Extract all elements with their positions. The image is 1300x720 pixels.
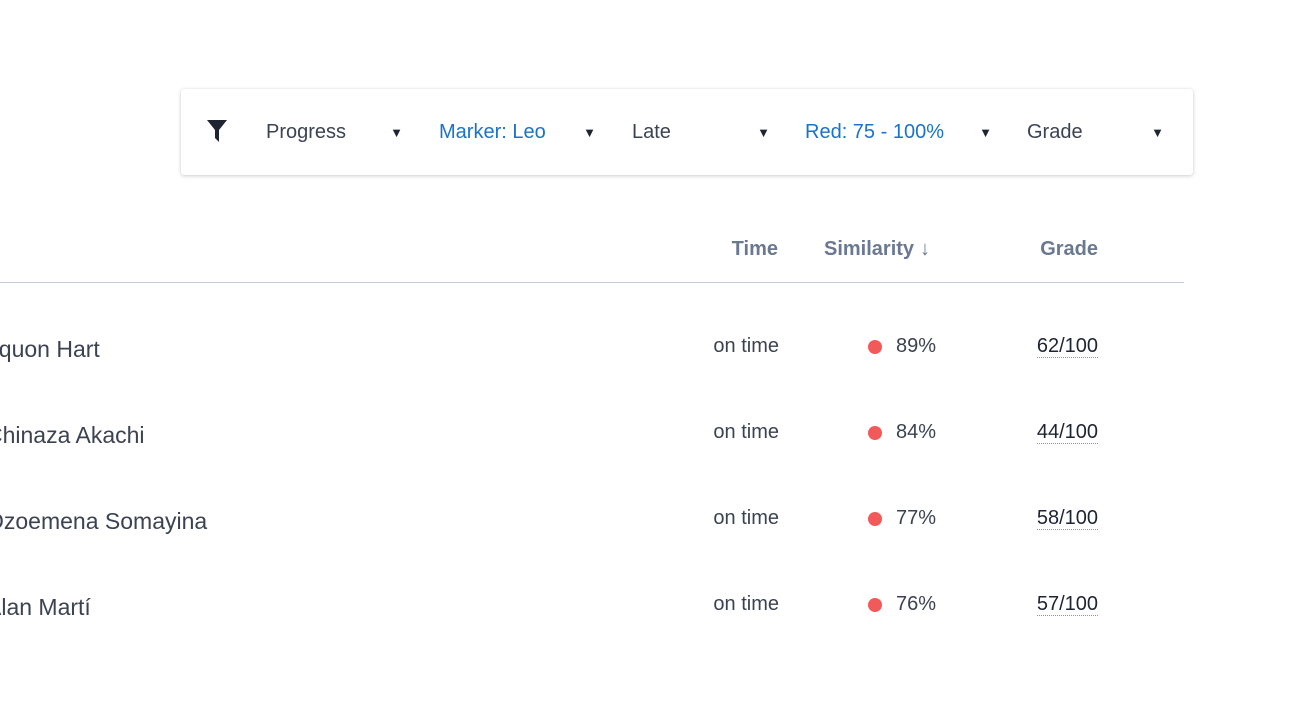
submission-time: on time <box>713 593 779 615</box>
marker-filter-label: Marker: Leo <box>439 120 546 143</box>
similarity-range-filter-dropdown[interactable]: Red: 75 - 100% ▼ <box>805 89 992 175</box>
similarity-range-filter-label: Red: 75 - 100% <box>805 120 944 143</box>
submission-time: on time <box>713 421 779 443</box>
grade-value[interactable]: 58/100 <box>1036 507 1098 530</box>
column-header-similarity[interactable]: Similarity ↓ <box>824 238 930 261</box>
submission-time: on time <box>713 507 779 529</box>
grade-value[interactable]: 44/100 <box>1036 421 1098 444</box>
similarity-status-dot-icon <box>868 425 882 440</box>
similarity-value: 76% <box>896 593 937 615</box>
table-row[interactable]: aquon Hart on time 89% 62/100 <box>0 332 1184 392</box>
chevron-down-icon: ▼ <box>583 124 596 140</box>
grade-value[interactable]: 57/100 <box>1036 593 1098 616</box>
chevron-down-icon: ▼ <box>1151 124 1164 140</box>
similarity-score[interactable]: 89% <box>868 335 936 358</box>
table-row[interactable]: Ozoemena Somayina on time 77% 58/100 <box>0 504 1184 564</box>
grade-filter-label: Grade <box>1027 120 1083 143</box>
student-name[interactable]: Alan Martí <box>0 594 91 621</box>
filter-bar: Progress ▼ Marker: Leo ▼ Late ▼ Red: 75 … <box>181 89 1193 175</box>
student-name[interactable]: Chinaza Akachi <box>0 422 145 449</box>
table-row[interactable]: Chinaza Akachi on time 84% 44/100 <box>0 418 1184 478</box>
similarity-status-dot-icon <box>868 339 882 354</box>
student-name[interactable]: aquon Hart <box>0 336 100 363</box>
similarity-value: 84% <box>896 421 937 443</box>
student-name[interactable]: Ozoemena Somayina <box>0 508 207 535</box>
late-filter-label: Late <box>632 120 671 143</box>
table-header: Time Similarity ↓ Grade <box>0 230 1184 283</box>
chevron-down-icon: ▼ <box>757 124 770 140</box>
similarity-score[interactable]: 84% <box>868 421 936 444</box>
grade-filter-dropdown[interactable]: Grade ▼ <box>1027 89 1164 175</box>
filter-icon[interactable] <box>206 119 228 143</box>
column-header-grade[interactable]: Grade <box>1040 238 1098 261</box>
similarity-value: 77% <box>896 507 937 529</box>
table-row[interactable]: Alan Martí on time 76% 57/100 <box>0 590 1184 650</box>
chevron-down-icon: ▼ <box>979 124 992 140</box>
progress-filter-dropdown[interactable]: Progress ▼ <box>266 89 403 175</box>
grade-value[interactable]: 62/100 <box>1036 335 1098 358</box>
column-header-similarity-label: Similarity <box>824 238 915 260</box>
submission-time: on time <box>713 335 779 357</box>
progress-filter-label: Progress <box>266 120 347 143</box>
submissions-page: Progress ▼ Marker: Leo ▼ Late ▼ Red: 75 … <box>0 0 1300 720</box>
similarity-score[interactable]: 77% <box>868 507 936 530</box>
column-header-time[interactable]: Time <box>732 238 778 261</box>
sort-descending-icon: ↓ <box>920 238 931 260</box>
similarity-score[interactable]: 76% <box>868 593 936 616</box>
similarity-status-dot-icon <box>868 511 882 526</box>
marker-filter-dropdown[interactable]: Marker: Leo ▼ <box>439 89 596 175</box>
similarity-status-dot-icon <box>868 597 882 612</box>
late-filter-dropdown[interactable]: Late ▼ <box>632 89 770 175</box>
chevron-down-icon: ▼ <box>390 124 403 140</box>
similarity-value: 89% <box>896 335 937 357</box>
